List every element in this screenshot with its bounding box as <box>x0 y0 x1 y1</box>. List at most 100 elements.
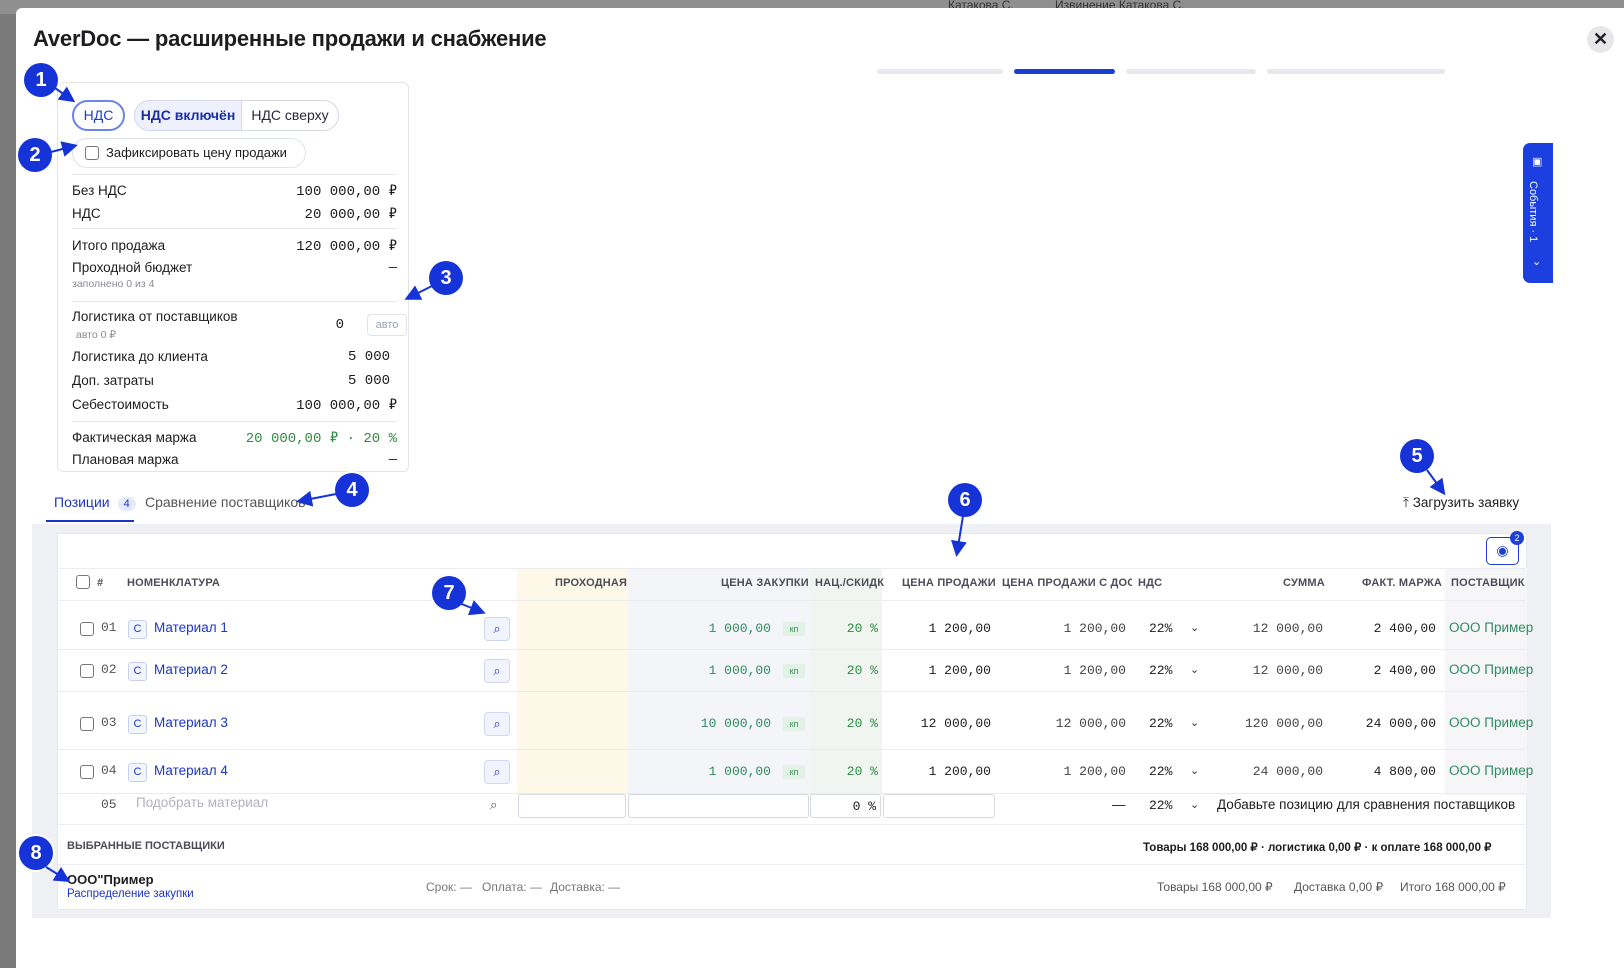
events-side-tab[interactable]: ▣ События · 1 ⌄ <box>1523 143 1553 283</box>
search-icon[interactable]: ⌕ <box>490 797 498 813</box>
summary-row-cost: Себестоимость 100 000,00 ₽ <box>72 397 397 414</box>
upload-label: Загрузить заявку <box>1412 495 1520 510</box>
column-header-num: # <box>97 577 104 589</box>
sum-value: 12 000,00 <box>1252 621 1323 636</box>
sum-value: 120 000,00 <box>1244 716 1323 731</box>
row-checkbox[interactable] <box>80 664 94 678</box>
row-divider <box>58 749 1526 750</box>
kp-badge: кп <box>783 765 805 779</box>
markup-value[interactable]: 20 % <box>836 764 878 779</box>
material-link[interactable]: Материал 3 <box>154 715 228 730</box>
chevron-down-icon[interactable]: ⌄ <box>1190 798 1199 811</box>
callout-2: 2 <box>18 138 52 172</box>
markup-value[interactable]: 20 % <box>836 663 878 678</box>
vat-value: 22% <box>1149 716 1173 731</box>
item-type-badge: С <box>128 763 147 782</box>
sell-price[interactable]: 1 200,00 <box>901 621 991 636</box>
eye-badge: 2 <box>1510 531 1524 545</box>
column-header-sum: СУММА <box>1283 577 1325 589</box>
purchase-distribution-link[interactable]: Распределение закупки <box>67 888 194 900</box>
upload-icon: ⤒ <box>1403 495 1409 510</box>
vat-mode-on-top[interactable]: НДС сверху <box>241 100 339 131</box>
row-checkbox[interactable] <box>80 765 94 779</box>
material-link[interactable]: Материал 1 <box>154 620 228 635</box>
item-type-badge: С <box>128 715 147 734</box>
callout-6: 6 <box>948 483 982 517</box>
search-icon[interactable]: ⌕ <box>484 659 510 683</box>
close-icon[interactable]: ✕ <box>1587 26 1614 53</box>
kp-badge: кп <box>783 717 805 731</box>
vat-mode-included[interactable]: НДС включён <box>134 100 242 131</box>
auto-button[interactable]: авто <box>367 314 407 336</box>
buy-input[interactable] <box>628 794 809 818</box>
count-badge: 4 <box>117 497 136 511</box>
callout-8: 8 <box>19 836 53 870</box>
row-checkbox[interactable] <box>80 622 94 636</box>
callout-4: 4 <box>335 473 369 507</box>
row-divider <box>58 649 1526 650</box>
sell-price[interactable]: 12 000,00 <box>901 716 991 731</box>
search-icon[interactable]: ⌕ <box>484 760 510 784</box>
supplier-link[interactable]: ООО Пример <box>1449 620 1533 635</box>
row-divider <box>58 691 1526 692</box>
selected-suppliers-totals: Товары 168 000,00 ₽ · логистика 0,00 ₽ ·… <box>1143 842 1492 854</box>
row-number: 02 <box>101 662 117 677</box>
material-picker-input[interactable]: Подобрать материал <box>136 795 268 810</box>
divider <box>72 301 397 302</box>
markup-value[interactable]: 20 % <box>836 716 878 731</box>
row-checkbox[interactable] <box>80 717 94 731</box>
summary-row-vat: НДС 20 000,00 ₽ <box>72 206 397 223</box>
chevron-down-icon: ⌄ <box>1532 256 1542 268</box>
buy-price[interactable]: 1 000,00 <box>696 764 771 779</box>
search-icon[interactable]: ⌕ <box>484 617 510 641</box>
summary-row-extra: Доп. затраты 5 000 <box>72 373 397 389</box>
material-link[interactable]: Материал 2 <box>154 662 228 677</box>
label: Итого продажа <box>72 238 166 253</box>
tab-positions[interactable]: Позиции 4 <box>54 494 136 511</box>
eye-toggle-button[interactable]: ◉ 2 <box>1486 531 1524 565</box>
sell-price[interactable]: 1 200,00 <box>901 764 991 779</box>
divider <box>72 228 397 229</box>
tab-label: Позиции <box>54 494 110 510</box>
upload-request-button[interactable]: ⤒ Загрузить заявку <box>1403 495 1519 511</box>
fix-price-toggle[interactable]: Зафиксировать цену продажи <box>72 138 306 168</box>
summary-row-logistics-suppliers: Логистика от поставщиков 0 авто 0 ₽ авто <box>72 309 407 341</box>
sub-label: авто 0 ₽ <box>76 329 117 341</box>
chevron-down-icon[interactable]: ⌄ <box>1190 621 1199 634</box>
sell-price[interactable]: 1 200,00 <box>901 663 991 678</box>
chevron-down-icon[interactable]: ⌄ <box>1190 663 1199 676</box>
buy-price[interactable]: 1 000,00 <box>696 663 771 678</box>
label: Доп. затраты <box>72 373 154 388</box>
buy-price[interactable]: 1 000,00 <box>696 621 771 636</box>
sell-input[interactable] <box>883 794 995 818</box>
row-number: 04 <box>101 763 117 778</box>
item-type-badge: С <box>128 620 147 639</box>
summary-row-no-vat: Без НДС 100 000,00 ₽ <box>72 183 397 200</box>
supplier-link[interactable]: ООО Пример <box>1449 715 1533 730</box>
markup-column-bg <box>810 568 882 795</box>
supplier-link[interactable]: ООО Пример <box>1449 662 1533 677</box>
item-type-badge: С <box>128 662 147 681</box>
sell-delivery-value: — <box>1112 797 1126 812</box>
modal-title: AverDoc — расширенные продажи и снабжени… <box>33 26 547 51</box>
material-link[interactable]: Материал 4 <box>154 763 228 778</box>
value[interactable]: 5 000 <box>348 373 390 389</box>
sell-price-delivery: 1 200,00 <box>1063 764 1126 779</box>
value[interactable]: 5 000 <box>348 349 390 365</box>
supplier-link[interactable]: ООО Пример <box>1449 763 1533 778</box>
kp-badge: кп <box>783 622 805 636</box>
tab-compare-suppliers[interactable]: Сравнение поставщиков <box>145 494 306 510</box>
vat-mode-nds[interactable]: НДС <box>72 100 125 131</box>
select-all-checkbox[interactable] <box>76 575 90 589</box>
markup-input[interactable]: 0 % <box>810 794 881 818</box>
through-input[interactable] <box>518 794 626 818</box>
chevron-down-icon[interactable]: ⌄ <box>1190 716 1199 729</box>
vat-value: 22% <box>1149 798 1173 813</box>
search-icon[interactable]: ⌕ <box>484 712 510 736</box>
fix-price-checkbox[interactable] <box>85 146 99 160</box>
margin-value: 24 000,00 <box>1365 716 1436 731</box>
buy-price[interactable]: 10 000,00 <box>696 716 771 731</box>
chevron-down-icon[interactable]: ⌄ <box>1190 764 1199 777</box>
markup-value[interactable]: 20 % <box>836 621 878 636</box>
label: Себестоимость <box>72 397 169 412</box>
